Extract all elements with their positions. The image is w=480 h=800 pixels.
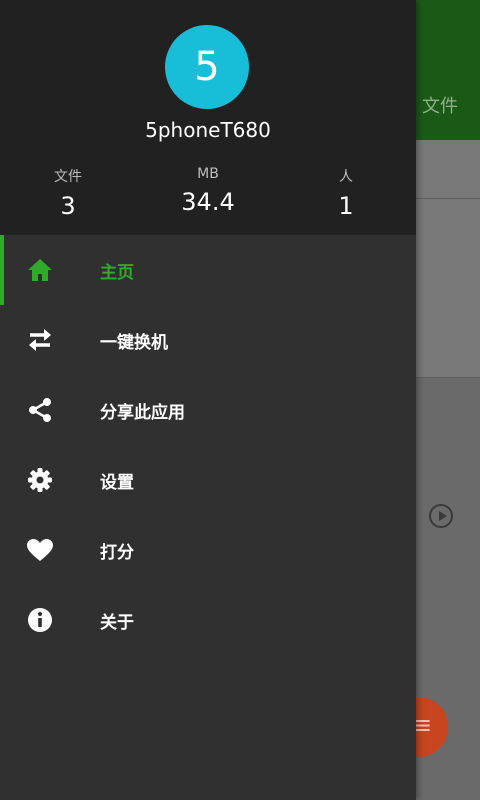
menu-item-label: 设置 — [100, 472, 134, 493]
stat-label: 人 — [339, 169, 353, 185]
home-icon — [26, 256, 54, 284]
stat-people: 人 1 — [286, 166, 406, 220]
files-tab[interactable]: 文件 — [422, 92, 458, 118]
drawer-menu: 主页 一键换机 分享此应用 设置 打分 关于 — [0, 235, 416, 655]
menu-item-label: 分享此应用 — [100, 402, 185, 423]
menu-item-home[interactable]: 主页 — [0, 235, 416, 305]
menu-item-share[interactable]: 分享此应用 — [0, 375, 416, 445]
stat-files: 文件 3 — [8, 166, 128, 220]
drawer-header: 5 5phoneT680 文件 3 MB 34.4 人 1 — [0, 0, 416, 235]
menu-item-label: 主页 — [100, 262, 134, 283]
swap-icon — [26, 326, 54, 354]
stat-value: 34.4 — [181, 188, 235, 216]
menu-item-label: 关于 — [100, 612, 134, 633]
gear-icon — [26, 466, 54, 494]
menu-item-label: 打分 — [100, 542, 134, 563]
avatar[interactable]: 5 — [165, 25, 249, 109]
stat-value: 3 — [60, 192, 76, 220]
menu-item-rate[interactable]: 打分 — [0, 515, 416, 585]
heart-icon — [26, 536, 54, 564]
stat-label: MB — [197, 166, 219, 182]
stat-size: MB 34.4 — [148, 166, 268, 216]
menu-item-label: 一键换机 — [100, 332, 168, 353]
stat-value: 1 — [338, 192, 354, 220]
menu-item-settings[interactable]: 设置 — [0, 445, 416, 515]
menu-item-switch-phone[interactable]: 一键换机 — [0, 305, 416, 375]
info-icon — [26, 606, 54, 634]
play-icon[interactable] — [429, 504, 453, 528]
username: 5phoneT680 — [145, 118, 271, 142]
stat-label: 文件 — [54, 169, 82, 185]
navigation-drawer: 5 5phoneT680 文件 3 MB 34.4 人 1 主页 一键换机 分享… — [0, 0, 416, 800]
menu-item-about[interactable]: 关于 — [0, 585, 416, 655]
share-icon — [26, 396, 54, 424]
